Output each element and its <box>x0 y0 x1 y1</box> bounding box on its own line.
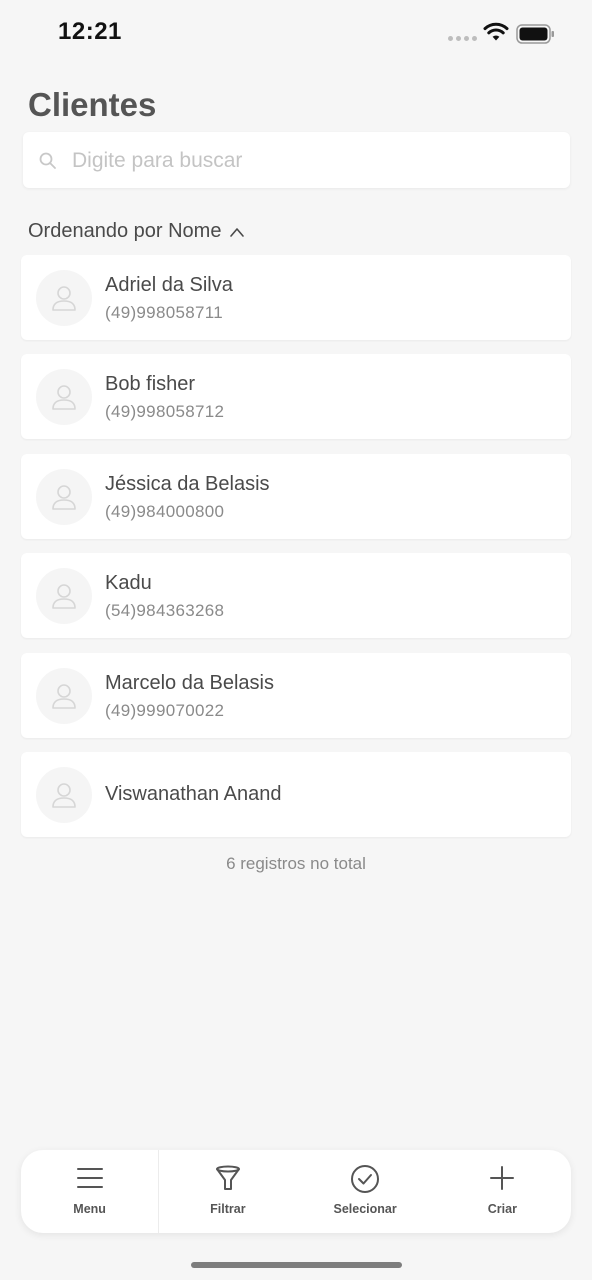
user-placeholder-icon <box>52 286 76 311</box>
bottom-action-bar: Menu Filtrar Selecionar Criar <box>21 1150 571 1233</box>
page-title: Clientes <box>28 86 157 123</box>
user-placeholder-icon <box>52 485 76 510</box>
check-circle-icon <box>351 1165 380 1193</box>
user-placeholder-icon <box>52 584 76 609</box>
client-name: Viswanathan Anand <box>105 783 282 805</box>
search-input[interactable] <box>72 147 552 175</box>
client-name: Marcelo da Belasis <box>105 672 274 694</box>
search-icon <box>39 152 56 169</box>
cellular-signal-icon <box>448 36 477 41</box>
total-count: 6 registros no total <box>226 854 366 873</box>
client-list-item[interactable]: Viswanathan Anand <box>21 752 571 837</box>
client-phone: (49)999070022 <box>105 701 225 720</box>
client-list-item[interactable]: Adriel da Silva (49)998058711 <box>21 255 571 340</box>
create-label: Criar <box>487 1202 517 1216</box>
chevron-up-icon <box>230 227 245 237</box>
client-name: Kadu <box>105 572 152 594</box>
client-list-item[interactable]: Bob fisher (49)998058712 <box>21 354 571 439</box>
plus-icon <box>490 1166 515 1190</box>
avatar <box>36 270 92 326</box>
avatar <box>36 767 92 823</box>
client-phone: (49)998058712 <box>105 402 225 421</box>
client-list-item[interactable]: Marcelo da Belasis (49)999070022 <box>21 653 571 738</box>
select-button[interactable]: Selecionar <box>297 1150 434 1233</box>
select-label: Selecionar <box>333 1202 397 1216</box>
user-placeholder-icon <box>52 385 76 410</box>
battery-icon <box>516 24 554 44</box>
menu-button[interactable]: Menu <box>21 1150 160 1233</box>
avatar <box>36 369 92 425</box>
client-name: Adriel da Silva <box>105 274 233 296</box>
user-placeholder-icon <box>52 684 76 709</box>
client-name: Jéssica da Belasis <box>105 473 270 495</box>
home-indicator <box>191 1262 402 1268</box>
user-placeholder-icon <box>52 783 76 808</box>
avatar <box>36 668 92 724</box>
avatar <box>36 568 92 624</box>
client-name: Bob fisher <box>105 373 196 395</box>
wifi-icon <box>483 22 509 41</box>
sort-label: Ordenando por Nome <box>28 220 222 242</box>
create-button[interactable]: Criar <box>434 1150 571 1233</box>
menu-icon <box>76 1168 103 1188</box>
client-phone: (49)984000800 <box>105 502 225 521</box>
menu-label: Menu <box>73 1202 106 1216</box>
sort-selector[interactable]: Ordenando por Nome <box>28 220 245 243</box>
client-phone: (49)998058711 <box>105 303 223 322</box>
status-time: 12:21 <box>58 18 122 45</box>
client-list-item[interactable]: Kadu (54)984363268 <box>21 553 571 638</box>
client-phone: (54)984363268 <box>105 601 225 620</box>
filter-label: Filtrar <box>210 1202 246 1216</box>
filter-icon <box>215 1165 240 1190</box>
status-bar: 12:21 <box>0 0 592 64</box>
avatar <box>36 469 92 525</box>
client-list-item[interactable]: Jéssica da Belasis (49)984000800 <box>21 454 571 539</box>
filter-button[interactable]: Filtrar <box>159 1150 296 1233</box>
